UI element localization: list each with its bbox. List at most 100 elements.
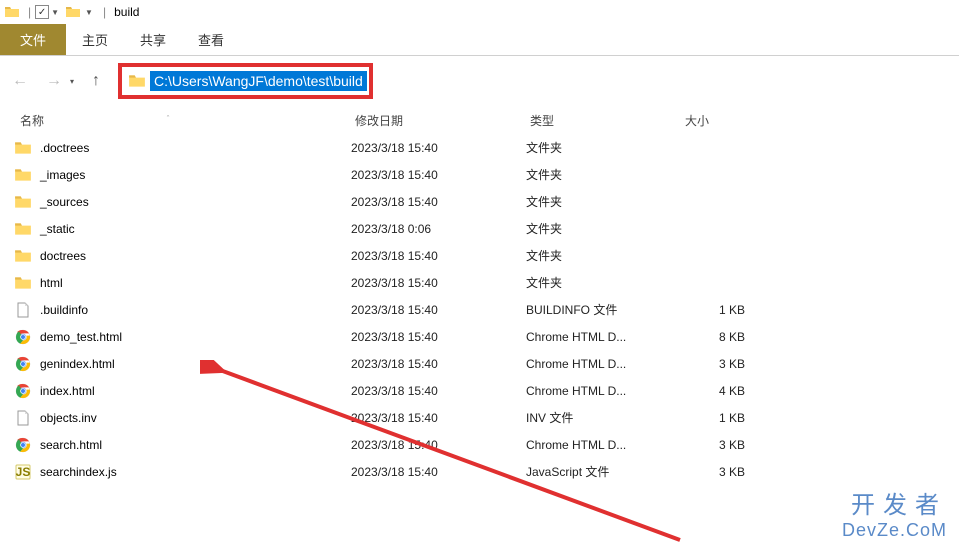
file-size: 1 KB (675, 303, 775, 317)
file-row[interactable]: _static2023/3/18 0:06文件夹 (14, 215, 959, 242)
column-type[interactable]: 类型 (524, 112, 679, 129)
file-type: Chrome HTML D... (520, 438, 675, 452)
quick-access-check[interactable]: ✓ (35, 5, 49, 19)
file-name: .doctrees (40, 141, 345, 155)
file-name: search.html (40, 438, 345, 452)
file-date: 2023/3/18 15:40 (345, 168, 520, 182)
window-title: build (114, 5, 139, 19)
folder-icon (14, 274, 32, 292)
tab-home[interactable]: 主页 (66, 24, 124, 55)
file-date: 2023/3/18 15:40 (345, 411, 520, 425)
file-date: 2023/3/18 15:40 (345, 276, 520, 290)
file-date: 2023/3/18 15:40 (345, 357, 520, 371)
watermark: 开发者 DevZe.CoM (842, 485, 947, 541)
column-size[interactable]: 大小 (679, 112, 779, 129)
titlebar-dropdown[interactable]: ▼ (85, 8, 93, 17)
file-type: 文件夹 (520, 220, 675, 237)
file-type: JavaScript 文件 (520, 463, 675, 480)
nav-row: ← → ▾ ↑ C:\Users\WangJF\demo\test\build (0, 56, 959, 106)
file-row[interactable]: index.html2023/3/18 15:40Chrome HTML D..… (14, 377, 959, 404)
file-row[interactable]: .doctrees2023/3/18 15:40文件夹 (14, 134, 959, 161)
file-row[interactable]: .buildinfo2023/3/18 15:40BUILDINFO 文件1 K… (14, 296, 959, 323)
file-row[interactable]: _sources2023/3/18 15:40文件夹 (14, 188, 959, 215)
file-date: 2023/3/18 15:40 (345, 303, 520, 317)
file-name: searchindex.js (40, 465, 345, 479)
file-list: .doctrees2023/3/18 15:40文件夹_images2023/3… (0, 134, 959, 485)
file-type: INV 文件 (520, 409, 675, 426)
back-button[interactable]: ← (8, 69, 32, 93)
file-row[interactable]: _images2023/3/18 15:40文件夹 (14, 161, 959, 188)
file-size: 1 KB (675, 411, 775, 425)
folder-icon (14, 139, 32, 157)
file-row[interactable]: genindex.html2023/3/18 15:40Chrome HTML … (14, 350, 959, 377)
folder-icon (4, 4, 20, 20)
file-type: 文件夹 (520, 274, 675, 291)
chrome-icon (14, 382, 32, 400)
file-icon (14, 409, 32, 427)
folder-icon (14, 247, 32, 265)
file-type: BUILDINFO 文件 (520, 301, 675, 318)
file-name: index.html (40, 384, 345, 398)
file-row[interactable]: JS searchindex.js2023/3/18 15:40JavaScrip… (14, 458, 959, 485)
file-type: 文件夹 (520, 247, 675, 264)
file-date: 2023/3/18 15:40 (345, 249, 520, 263)
separator: | (103, 5, 106, 19)
file-name: genindex.html (40, 357, 345, 371)
folder-icon (128, 72, 146, 90)
forward-button[interactable]: → (42, 69, 66, 93)
address-highlight: C:\Users\WangJF\demo\test\build (118, 63, 373, 99)
file-date: 2023/3/18 0:06 (345, 222, 520, 236)
file-name: _images (40, 168, 345, 182)
file-type: 文件夹 (520, 166, 675, 183)
tab-share[interactable]: 共享 (124, 24, 182, 55)
file-date: 2023/3/18 15:40 (345, 330, 520, 344)
chrome-icon (14, 355, 32, 373)
file-type: 文件夹 (520, 139, 675, 156)
address-bar-wrap: C:\Users\WangJF\demo\test\build (118, 63, 951, 99)
file-row[interactable]: doctrees2023/3/18 15:40文件夹 (14, 242, 959, 269)
sort-caret-icon: ＾ (164, 115, 172, 126)
column-name[interactable]: 名称＾ (14, 112, 349, 129)
address-input[interactable]: C:\Users\WangJF\demo\test\build (150, 71, 367, 91)
svg-text:JS: JS (16, 465, 31, 479)
folder-icon (14, 193, 32, 211)
file-date: 2023/3/18 15:40 (345, 141, 520, 155)
tab-view[interactable]: 查看 (182, 24, 240, 55)
file-size: 8 KB (675, 330, 775, 344)
file-date: 2023/3/18 15:40 (345, 438, 520, 452)
up-button[interactable]: ↑ (84, 69, 108, 93)
file-size: 4 KB (675, 384, 775, 398)
file-row[interactable]: objects.inv2023/3/18 15:40INV 文件1 KB (14, 404, 959, 431)
file-type: 文件夹 (520, 193, 675, 210)
column-headers: 名称＾ 修改日期 类型 大小 (0, 106, 959, 134)
tab-file[interactable]: 文件 (0, 24, 66, 55)
ribbon-tabs: 文件 主页 共享 查看 (0, 24, 959, 56)
file-name: demo_test.html (40, 330, 345, 344)
file-row[interactable]: demo_test.html2023/3/18 15:40Chrome HTML… (14, 323, 959, 350)
watermark-top: 开发者 (842, 485, 947, 520)
file-date: 2023/3/18 15:40 (345, 384, 520, 398)
file-row[interactable]: search.html2023/3/18 15:40Chrome HTML D.… (14, 431, 959, 458)
file-name: _sources (40, 195, 345, 209)
history-dropdown[interactable]: ▾ (70, 77, 74, 86)
column-date[interactable]: 修改日期 (349, 112, 524, 129)
file-name: _static (40, 222, 345, 236)
folder-icon (14, 220, 32, 238)
file-name: html (40, 276, 345, 290)
folder-icon (65, 4, 81, 20)
file-date: 2023/3/18 15:40 (345, 195, 520, 209)
file-name: doctrees (40, 249, 345, 263)
quick-access-dropdown[interactable]: ▼ (51, 8, 59, 17)
file-date: 2023/3/18 15:40 (345, 465, 520, 479)
chrome-icon (14, 328, 32, 346)
file-type: Chrome HTML D... (520, 330, 675, 344)
file-size: 3 KB (675, 357, 775, 371)
chrome-icon (14, 436, 32, 454)
titlebar: | ✓ ▼ ▼ | build (0, 0, 959, 24)
file-size: 3 KB (675, 465, 775, 479)
folder-icon (14, 166, 32, 184)
js-icon: JS (14, 463, 32, 481)
file-type: Chrome HTML D... (520, 384, 675, 398)
file-row[interactable]: html2023/3/18 15:40文件夹 (14, 269, 959, 296)
file-size: 3 KB (675, 438, 775, 452)
